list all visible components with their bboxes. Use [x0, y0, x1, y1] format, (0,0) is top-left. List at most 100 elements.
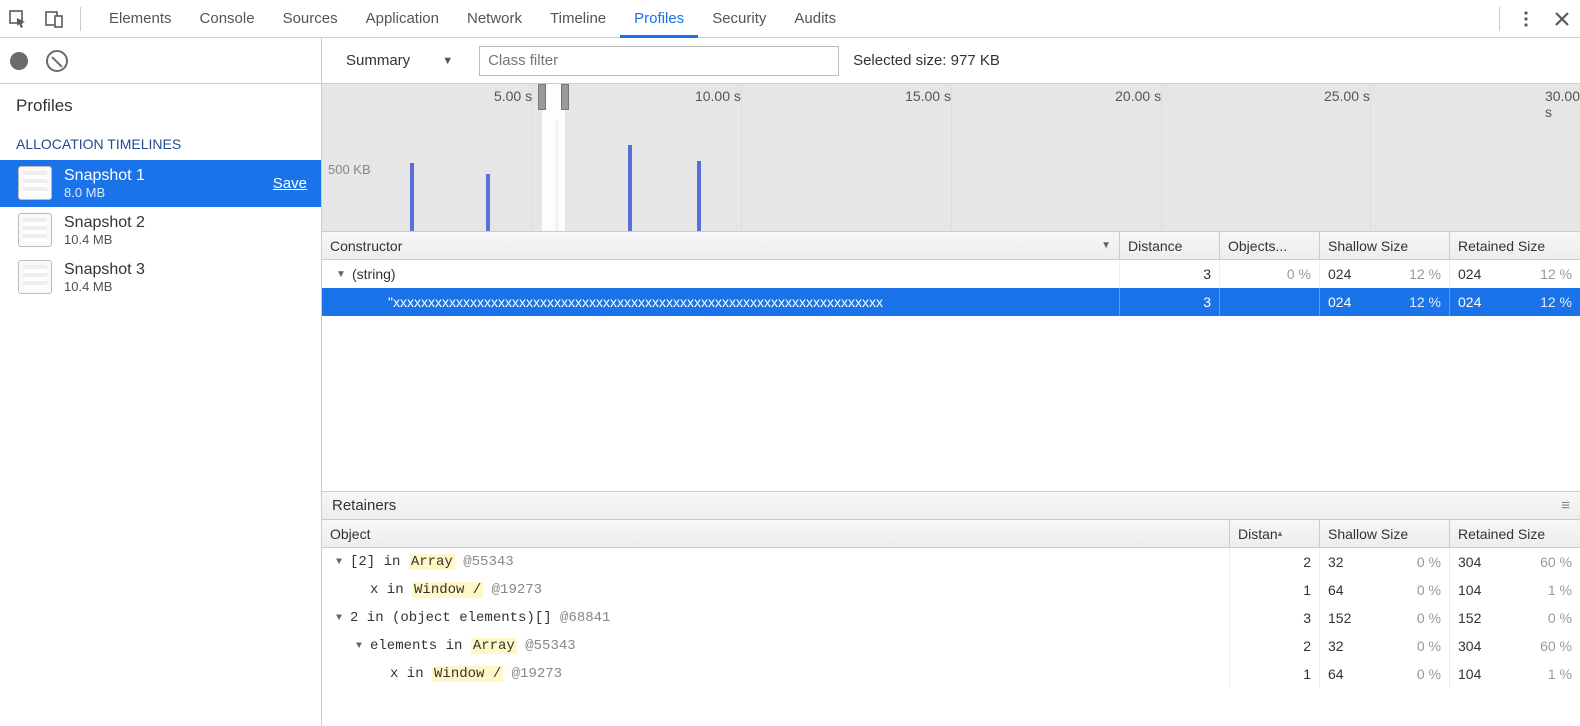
tab-network[interactable]: Network [453, 0, 536, 38]
cell-shallow: 320 % [1320, 632, 1450, 660]
snapshot-size: 8.0 MB [64, 185, 145, 201]
clear-button[interactable] [46, 50, 68, 72]
device-toggle-icon[interactable] [36, 0, 72, 38]
timeline-tick: 25.00 s [1324, 88, 1370, 104]
retainer-label: x in Window / @19273 [370, 582, 542, 598]
retainer-row[interactable]: x in Window / @192731640 %1041 % [322, 576, 1580, 604]
col-constructor[interactable]: Constructor ▼ [322, 232, 1120, 259]
constructor-row[interactable]: ▼(string)30 %02412 %02412 % [322, 260, 1580, 288]
cell-retained: 02412 % [1450, 260, 1580, 288]
timeline-gridline [1161, 84, 1162, 231]
constructors-header: Constructor ▼ Distance Objects... Shallo… [322, 232, 1580, 260]
col-constructor-label: Constructor [330, 238, 402, 254]
cell-shallow: 1520 % [1320, 604, 1450, 632]
col-distance[interactable]: Distance [1120, 232, 1220, 259]
tab-profiles[interactable]: Profiles [620, 0, 698, 38]
content: Profiles ALLOCATION TIMELINES Snapshot 1… [0, 38, 1580, 726]
constructors-body: ▼(string)30 %02412 %02412 %"xxxxxxxxxxxx… [322, 260, 1580, 492]
retainer-row[interactable]: x in Window / @192731640 %1041 % [322, 660, 1580, 688]
cell-distance: 3 [1230, 604, 1320, 632]
timeline-tick: 15.00 s [905, 88, 951, 104]
inspect-icon[interactable] [0, 0, 36, 38]
close-icon[interactable] [1544, 0, 1580, 38]
retainer-row[interactable]: ▼ elements in Array @55343 2320 %30460 % [322, 632, 1580, 660]
retainer-label: x in Window / @19273 [390, 666, 562, 682]
timeline-tick: 10.00 s [695, 88, 741, 104]
snapshot-title: Snapshot 2 [64, 213, 145, 232]
col-retained[interactable]: Retained Size [1450, 232, 1580, 259]
snapshot-icon [18, 213, 52, 247]
tab-sources[interactable]: Sources [269, 0, 352, 38]
cell-distance: 2 [1230, 632, 1320, 660]
timeline-gridline [951, 84, 952, 231]
expand-icon[interactable]: ▼ [356, 641, 366, 652]
cell-shallow: 640 % [1320, 576, 1450, 604]
expand-icon[interactable]: ▼ [336, 557, 346, 568]
view-dropdown-label: Summary [346, 52, 410, 69]
tab-audits[interactable]: Audits [780, 0, 850, 38]
timeline-tick: 5.00 s [494, 88, 532, 104]
cell-retained: 30460 % [1450, 632, 1580, 660]
view-dropdown[interactable]: Summary ▼ [334, 46, 465, 76]
col-distance-label: Distan [1238, 526, 1278, 542]
retainer-label: [2] in Array @55343 [350, 554, 514, 570]
menu-icon[interactable]: ≡ [1561, 497, 1570, 514]
col-distance[interactable]: Distan [1230, 520, 1320, 547]
col-objects[interactable]: Objects... [1220, 232, 1320, 259]
timeline-gridline [1370, 84, 1371, 231]
timeline-gridline [532, 84, 533, 231]
kebab-menu-icon[interactable] [1508, 0, 1544, 38]
cell-distance: 1 [1230, 660, 1320, 688]
col-object[interactable]: Object [322, 520, 1230, 547]
panel-tabs: ElementsConsoleSourcesApplicationNetwork… [95, 0, 850, 38]
col-shallow-label: Shallow Size [1328, 238, 1408, 254]
allocation-bar [628, 145, 632, 231]
record-button[interactable] [10, 52, 28, 70]
snapshot-item[interactable]: Snapshot 310.4 MB [0, 254, 321, 301]
tab-elements[interactable]: Elements [95, 0, 186, 38]
cell-retained: 02412 % [1450, 288, 1580, 316]
snapshot-item[interactable]: Snapshot 210.4 MB [0, 207, 321, 254]
cell-objects [1220, 288, 1320, 316]
cell-shallow: 320 % [1320, 548, 1450, 576]
col-retained[interactable]: Retained Size [1450, 520, 1580, 547]
retainer-row[interactable]: ▼2 in (object elements)[] @6884131520 %1… [322, 604, 1580, 632]
selected-size-label: Selected size: 977 KB [853, 52, 1000, 69]
allocation-timeline[interactable]: 500 KB 5.00 s10.00 s15.00 s20.00 s25.00 … [322, 84, 1580, 232]
col-retained-label: Retained Size [1458, 526, 1545, 542]
tab-application[interactable]: Application [352, 0, 453, 38]
profiles-heading: Profiles [0, 84, 321, 122]
sidebar-tools [0, 38, 321, 84]
selection-handle-right[interactable] [561, 84, 569, 110]
constructor-row[interactable]: "xxxxxxxxxxxxxxxxxxxxxxxxxxxxxxxxxxxxxxx… [322, 288, 1580, 316]
expand-icon[interactable]: ▼ [336, 613, 346, 624]
timeline-gridline [741, 84, 742, 231]
col-shallow[interactable]: Shallow Size [1320, 232, 1450, 259]
expand-icon[interactable]: ▼ [336, 269, 346, 280]
selection-handle-left[interactable] [538, 84, 546, 110]
save-link[interactable]: Save [273, 175, 307, 192]
timeline-y-label: 500 KB [328, 162, 371, 177]
col-shallow[interactable]: Shallow Size [1320, 520, 1450, 547]
cell-objects: 0 % [1220, 260, 1320, 288]
retainer-label: elements in Array @55343 [370, 638, 576, 654]
snapshot-list: Snapshot 18.0 MB Save Snapshot 210.4 MBSna… [0, 160, 321, 300]
cell-retained: 30460 % [1450, 548, 1580, 576]
cell-retained: 1520 % [1450, 604, 1580, 632]
snapshot-title: Snapshot 1 [64, 166, 145, 185]
cell-distance: 3 [1120, 260, 1220, 288]
class-filter-input[interactable] [479, 46, 839, 76]
cell-distance: 3 [1120, 288, 1220, 316]
devtools-tabbar: ElementsConsoleSourcesApplicationNetwork… [0, 0, 1580, 38]
retainer-row[interactable]: ▼[2] in Array @553432320 %30460 % [322, 548, 1580, 576]
snapshot-icon [18, 166, 52, 200]
tab-security[interactable]: Security [698, 0, 780, 38]
tab-console[interactable]: Console [186, 0, 269, 38]
tab-timeline[interactable]: Timeline [536, 0, 620, 38]
allocation-bar [410, 163, 414, 231]
row-label: "xxxxxxxxxxxxxxxxxxxxxxxxxxxxxxxxxxxxxxx… [388, 294, 883, 310]
timeline-tick: 30.00 s [1545, 88, 1580, 120]
retainer-label: 2 in (object elements)[] @68841 [350, 610, 610, 626]
snapshot-item[interactable]: Snapshot 18.0 MB Save [0, 160, 321, 207]
cell-shallow: 02412 % [1320, 288, 1450, 316]
